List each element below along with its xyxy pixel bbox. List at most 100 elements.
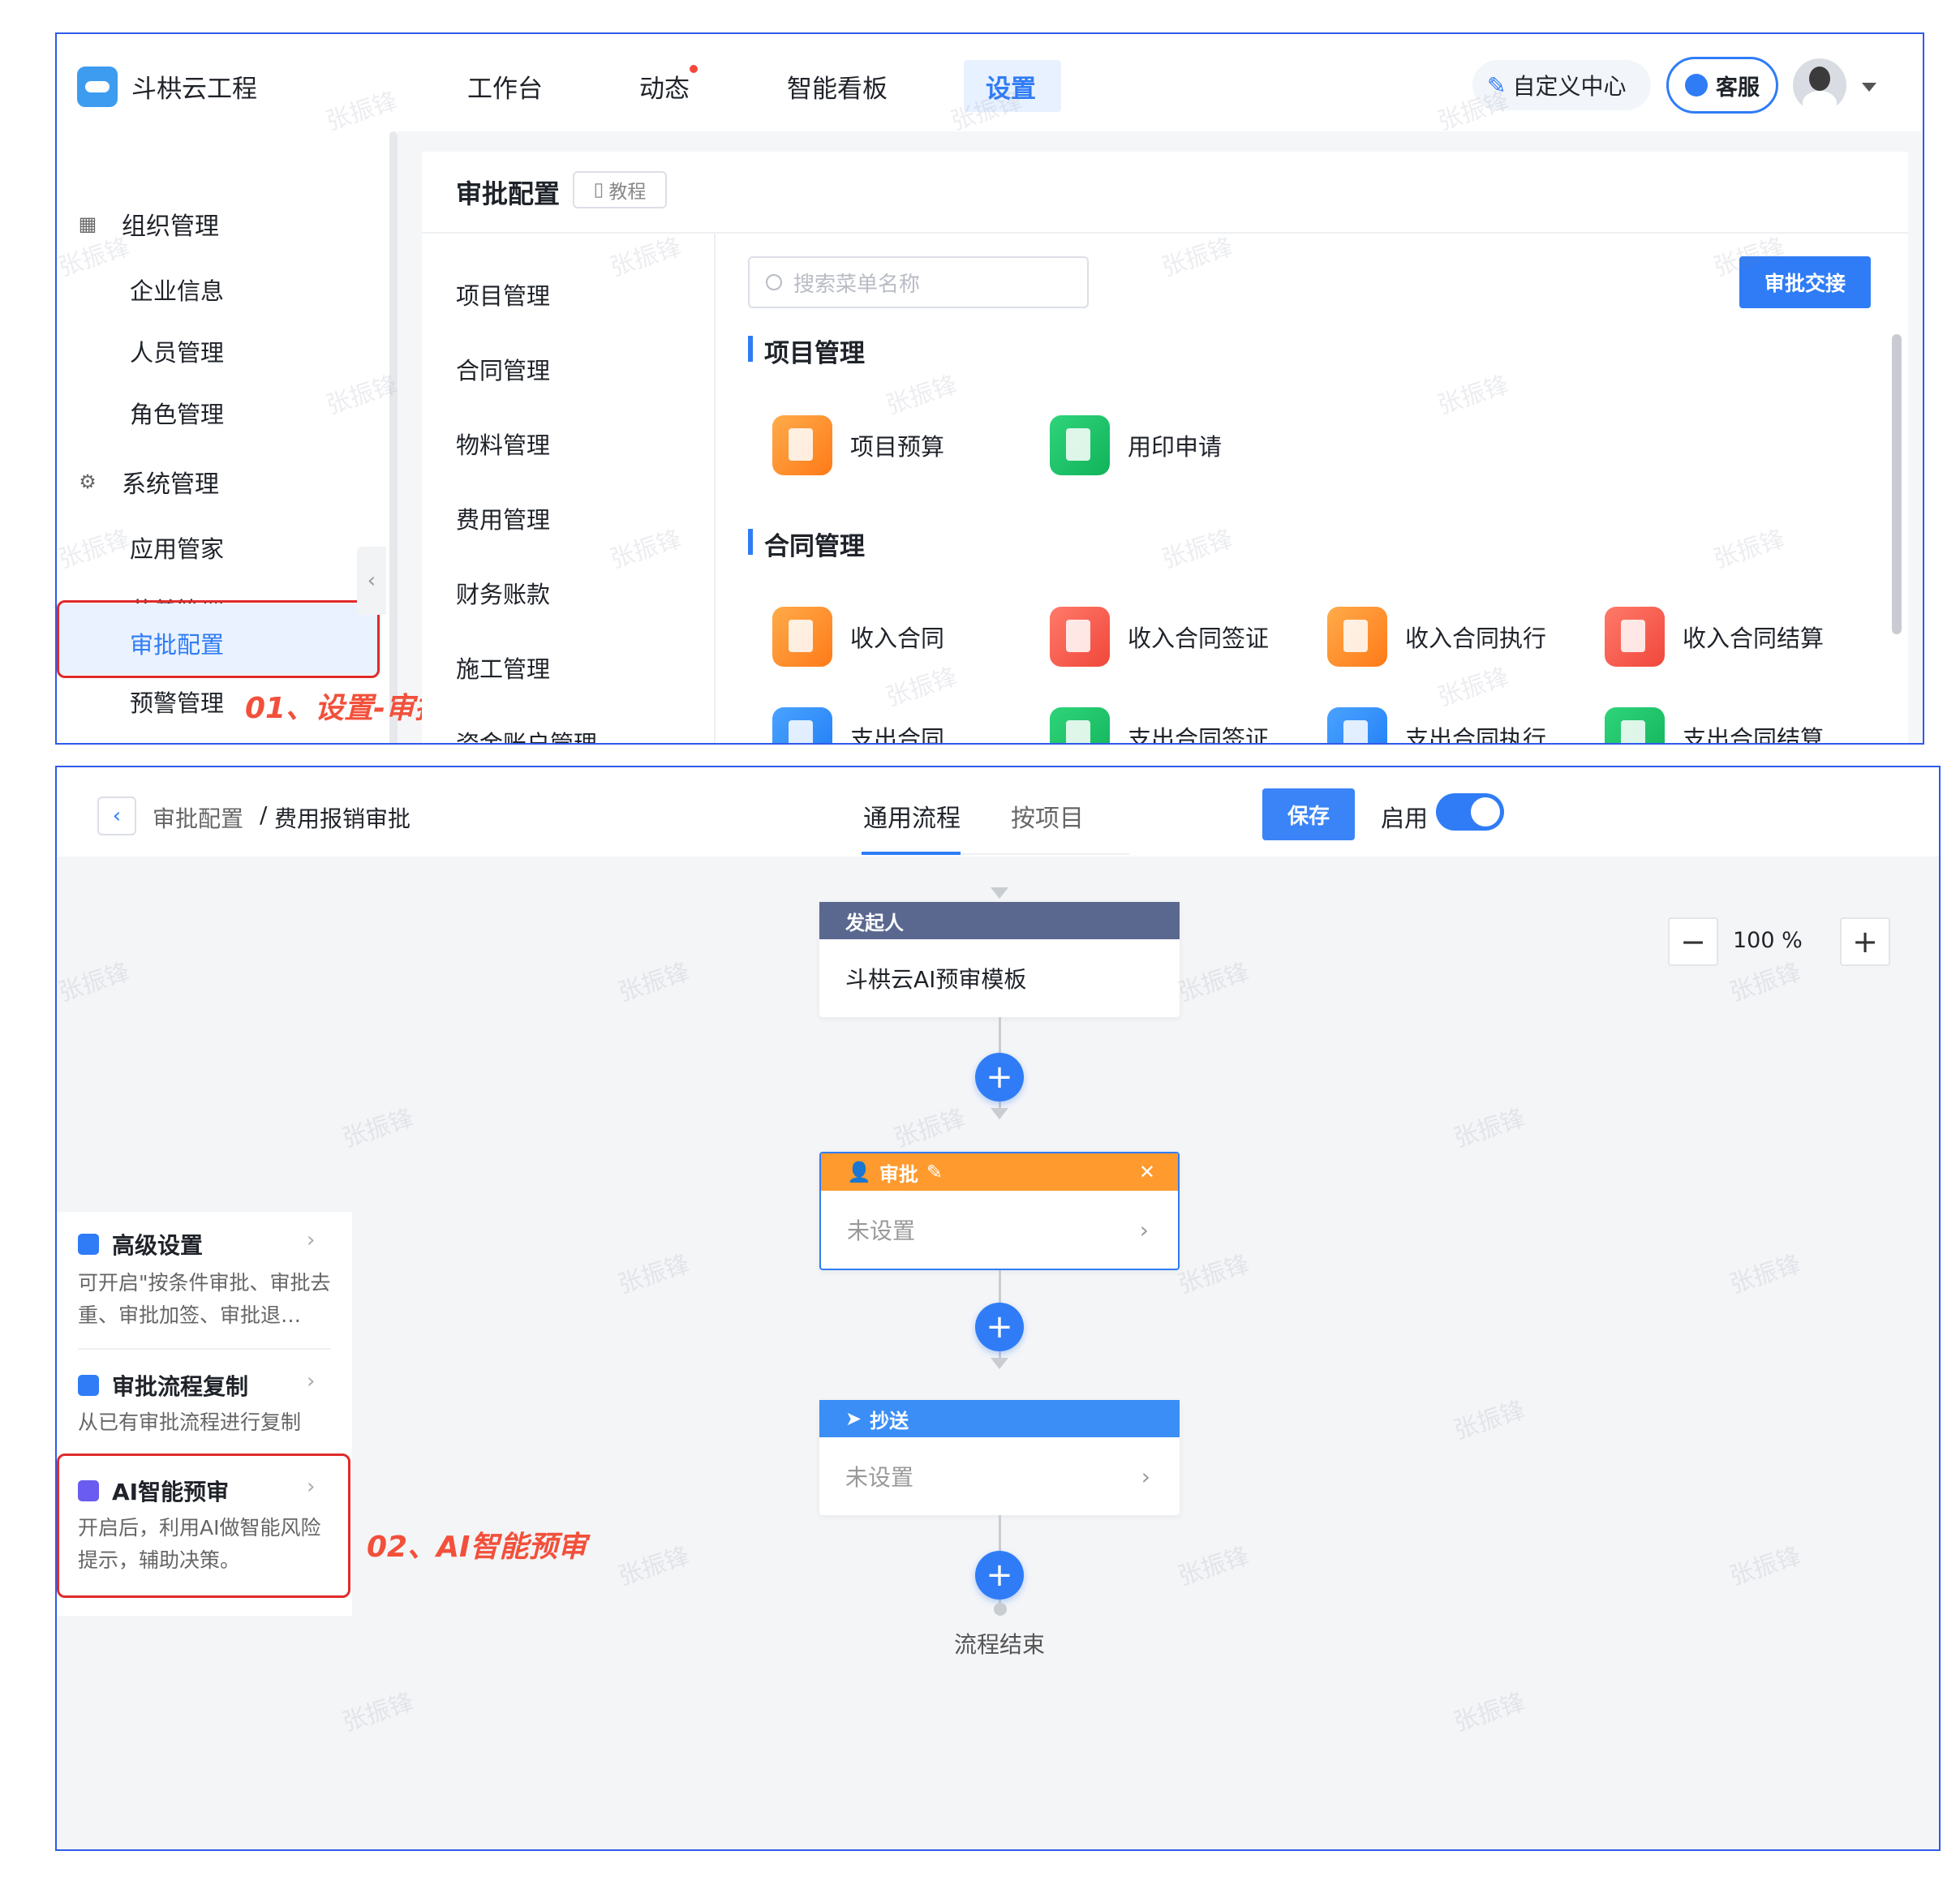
node-body[interactable]: 未设置 › [821, 1191, 1178, 1269]
watermark: 张振锋 [890, 1103, 969, 1153]
sidebar-group-system[interactable]: ⚙ 系统管理 [76, 464, 219, 500]
chevron-down-icon[interactable] [1862, 83, 1876, 92]
tab-general-flow[interactable]: 通用流程 [863, 798, 961, 834]
menu-item-project[interactable]: 项目管理 [456, 277, 550, 311]
app-expense-contract-settle[interactable]: 支出合同结算 [1605, 707, 1824, 743]
zoom-level: 100 % [1733, 928, 1803, 953]
budget-icon [772, 415, 832, 475]
flow-end-dot [994, 1603, 1007, 1616]
menu-item-contract[interactable]: 合同管理 [456, 352, 550, 386]
sidebar-item-staff[interactable]: 人员管理 [130, 334, 224, 368]
divider [78, 1348, 331, 1350]
top-nav: 斗栱云工程 工作台 动态 智能看板 设置 ✎ 自定义中心 客服 [57, 34, 1923, 131]
watermark: 张振锋 [55, 957, 134, 1007]
close-icon[interactable]: ✕ [1139, 1161, 1155, 1183]
watermark: 张振锋 [1450, 1395, 1529, 1445]
save-button[interactable]: 保存 [1262, 788, 1355, 840]
chevron-right-icon: › [1139, 1216, 1149, 1243]
sidebar-group-org[interactable]: ▦ 组织管理 [76, 206, 219, 242]
menu-item-construction[interactable]: 施工管理 [456, 651, 550, 685]
app-income-contract-settle[interactable]: 收入合同结算 [1605, 607, 1824, 667]
breadcrumb-separator: / [260, 801, 268, 828]
tutorial-label: 教程 [608, 182, 647, 203]
watermark: 张振锋 [1174, 957, 1253, 1007]
nav-feed[interactable]: 动态 [639, 68, 690, 105]
app-income-contract[interactable]: 收入合同 [772, 607, 944, 667]
custom-center-button[interactable]: ✎ 自定义中心 [1472, 60, 1651, 110]
app-label: 收入合同 [850, 625, 945, 652]
customer-service-button[interactable]: 客服 [1666, 57, 1778, 114]
content-scrollbar[interactable] [1892, 334, 1902, 634]
app-seal-request[interactable]: 用印申请 [1050, 415, 1222, 475]
contract-icon [772, 607, 832, 667]
sidebar-item-alert[interactable]: 预警管理 [130, 685, 224, 719]
app-expense-contract-visa[interactable]: 支出合同签证 [1050, 707, 1269, 743]
watermark: 张振锋 [1174, 1541, 1253, 1591]
zoom-in-button[interactable]: + [1840, 917, 1890, 966]
enable-toggle[interactable] [1436, 793, 1504, 831]
search-placeholder: 搜索菜单名称 [793, 272, 921, 297]
app-label: 收入合同执行 [1405, 625, 1547, 652]
contract-exec-icon [1327, 607, 1387, 667]
seal-icon [1050, 415, 1110, 475]
sidebar-item-company[interactable]: 企业信息 [130, 273, 224, 307]
initiator-node[interactable]: 发起人 斗栱云AI预审模板 [819, 902, 1180, 1017]
watermark: 张振锋 [338, 1103, 418, 1153]
menu-item-fund-account[interactable]: 资金账户管理 [456, 725, 597, 743]
edit-icon[interactable]: ✎ [926, 1161, 943, 1183]
app-project-budget[interactable]: 项目预算 [772, 415, 944, 475]
node-title: 审批 [879, 1162, 918, 1186]
watermark: 张振锋 [614, 1249, 694, 1299]
menu-item-finance[interactable]: 财务账款 [456, 576, 550, 610]
search-input[interactable]: 搜索菜单名称 [748, 256, 1089, 308]
breadcrumb-root[interactable]: 审批配置 [153, 801, 243, 834]
node-title: 抄送 [870, 1409, 909, 1432]
node-body[interactable]: 未设置 › [819, 1437, 1180, 1515]
advanced-settings-item[interactable]: 高级设置 [78, 1228, 203, 1260]
flow-arrow [991, 1358, 1008, 1369]
magic-wand-icon: ✎ [1487, 71, 1507, 99]
app-expense-contract-exec[interactable]: 支出合同执行 [1327, 707, 1546, 743]
contract-visa-icon [1050, 707, 1110, 743]
avatar[interactable] [1793, 58, 1846, 112]
cc-node[interactable]: ➤ 抄送 未设置 › [819, 1400, 1180, 1515]
nav-workbench[interactable]: 工作台 [467, 68, 543, 105]
contract-exec-icon [1327, 707, 1387, 743]
app-expense-contract[interactable]: 支出合同 [772, 707, 944, 743]
item-desc: 从已有审批流程进行复制 [78, 1411, 302, 1434]
watermark: 张振锋 [1726, 957, 1805, 1007]
app-income-contract-visa[interactable]: 收入合同签证 [1050, 607, 1269, 667]
watermark: 张振锋 [1450, 1103, 1529, 1153]
contract-visa-icon [1050, 607, 1110, 667]
flow-end-label: 流程结束 [954, 1631, 1046, 1658]
approval-handover-button[interactable]: 审批交接 [1739, 256, 1871, 308]
add-node-button[interactable]: + [975, 1053, 1024, 1101]
tab-by-project[interactable]: 按项目 [1011, 798, 1084, 834]
flow-arrow [991, 1108, 1008, 1119]
nav-dashboard[interactable]: 智能看板 [787, 68, 888, 105]
menu-item-material[interactable]: 物料管理 [456, 427, 550, 461]
add-node-button[interactable]: + [975, 1551, 1024, 1600]
flow-copy-item[interactable]: 审批流程复制 [78, 1369, 248, 1402]
app-label: 项目预算 [850, 433, 945, 461]
contract-settle-icon [1605, 707, 1665, 743]
notification-dot [690, 65, 698, 73]
sidebar-item-roles[interactable]: 角色管理 [130, 396, 224, 430]
nav-settings[interactable]: 设置 [986, 68, 1036, 105]
zoom-out-button[interactable]: − [1668, 917, 1718, 966]
sidebar-scrollbar[interactable] [389, 131, 398, 743]
approve-node[interactable]: 👤 审批 ✎ ✕ 未设置 › [819, 1152, 1180, 1270]
back-button[interactable]: ‹ [97, 797, 136, 835]
node-body: 斗栱云AI预审模板 [845, 966, 1027, 993]
app-income-contract-exec[interactable]: 收入合同执行 [1327, 607, 1546, 667]
collapse-button[interactable]: ‹ [357, 547, 386, 615]
add-node-button[interactable]: + [975, 1303, 1024, 1351]
item-title: 审批流程复制 [112, 1373, 249, 1400]
editor-header: ‹ 审批配置 / 费用报销审批 通用流程 按项目 保存 启用 [57, 767, 1939, 857]
menu-item-expense[interactable]: 费用管理 [456, 501, 550, 535]
enable-label: 启用 [1381, 805, 1429, 832]
watermark: 张振锋 [1726, 1249, 1805, 1299]
tutorial-button[interactable]: ▯ 教程 [573, 171, 667, 208]
tab-active-indicator [862, 852, 961, 855]
sidebar-item-app-manager[interactable]: 应用管家 [130, 530, 224, 565]
